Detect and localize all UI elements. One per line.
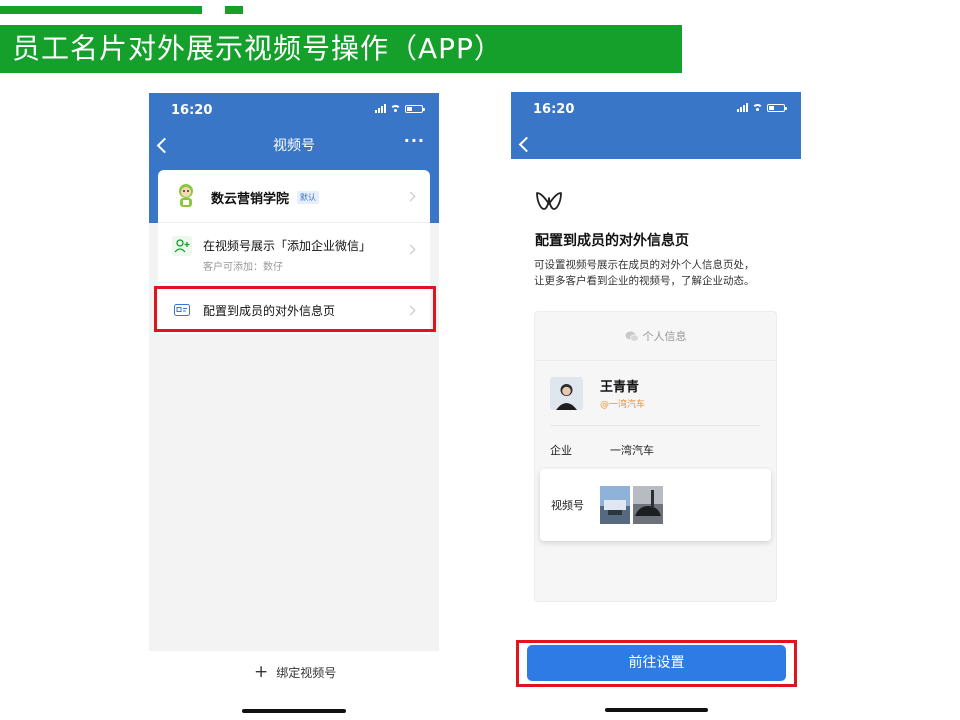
status-time: 16:20: [171, 103, 213, 118]
home-indicator: [605, 708, 708, 712]
profile-preview-card: 个人信息 王青青 @一湾汽车 企业 一湾汽车 视频号: [534, 311, 777, 602]
wifi-icon: [752, 103, 763, 112]
enterprise-label: 企业: [550, 444, 572, 457]
channels-label: 视频号: [551, 499, 584, 512]
user-avatar: [550, 377, 583, 410]
page-title: 员工名片对外展示视频号操作（APP）: [0, 25, 682, 73]
battery-icon: [405, 104, 425, 113]
home-indicator: [242, 709, 346, 713]
add-user-icon: [172, 236, 192, 256]
nav-title: 视频号: [273, 138, 315, 154]
status-time: 16:20: [533, 102, 575, 117]
highlight-config-row: [154, 286, 436, 332]
status-bar: 16:20: [511, 92, 801, 128]
bind-channels-button[interactable]: + 绑定视频号: [254, 662, 336, 682]
signal-icon: [375, 104, 386, 113]
right-phone-header: 16:20: [511, 92, 801, 159]
wechat-icon: [625, 331, 639, 342]
show-add-wecom-subtitle: 客户可添加：数仔: [203, 262, 283, 273]
wifi-icon: [390, 104, 401, 113]
battery-icon: [767, 103, 787, 112]
highlight-go-settings: [516, 640, 797, 687]
account-name: 数云营销学院: [211, 192, 290, 207]
decoration-bar-long: [0, 6, 202, 14]
company-handle: @一湾汽车: [600, 400, 646, 410]
status-bar: 16:20: [149, 93, 439, 129]
channels-row-card: 视频号: [540, 469, 771, 541]
show-add-wecom-title: 在视频号展示「添加企业微信」: [203, 239, 372, 253]
chevron-right-icon: [405, 244, 416, 255]
more-icon[interactable]: ···: [404, 131, 425, 150]
plus-icon: +: [254, 662, 269, 682]
preview-header: 个人信息: [535, 312, 776, 361]
divider: [550, 425, 761, 426]
default-badge: 默认: [297, 191, 319, 204]
chevron-right-icon: [405, 191, 416, 202]
back-chevron-icon[interactable]: [518, 136, 535, 153]
bind-channels-label: 绑定视频号: [276, 665, 337, 680]
channels-thumbnail-2: [633, 486, 663, 524]
config-desc-line1: 可设置视频号展示在成员的对外个人信息页处，: [534, 259, 755, 271]
mascot-avatar-icon: [179, 184, 193, 207]
enterprise-value: 一湾汽车: [610, 444, 654, 457]
user-name: 王青青: [600, 380, 640, 395]
show-add-wecom-row[interactable]: 在视频号展示「添加企业微信」 客户可添加：数仔: [158, 222, 430, 283]
channels-logo-icon: [536, 192, 562, 210]
channels-thumbnail-1: [600, 486, 630, 524]
config-heading: 配置到成员的对外信息页: [535, 233, 689, 249]
config-desc-line2: 让更多客户看到企业的视频号，了解企业动态。: [534, 275, 755, 287]
decoration-bar-short: [225, 6, 243, 14]
account-row[interactable]: 数云营销学院 默认: [158, 170, 430, 223]
signal-icon: [737, 103, 748, 112]
left-phone: 16:20 视频号 ··· 数云营销学院 默认 在视频号展示「添加企业微信」 客…: [149, 93, 439, 651]
preview-header-label: 个人信息: [642, 330, 687, 343]
